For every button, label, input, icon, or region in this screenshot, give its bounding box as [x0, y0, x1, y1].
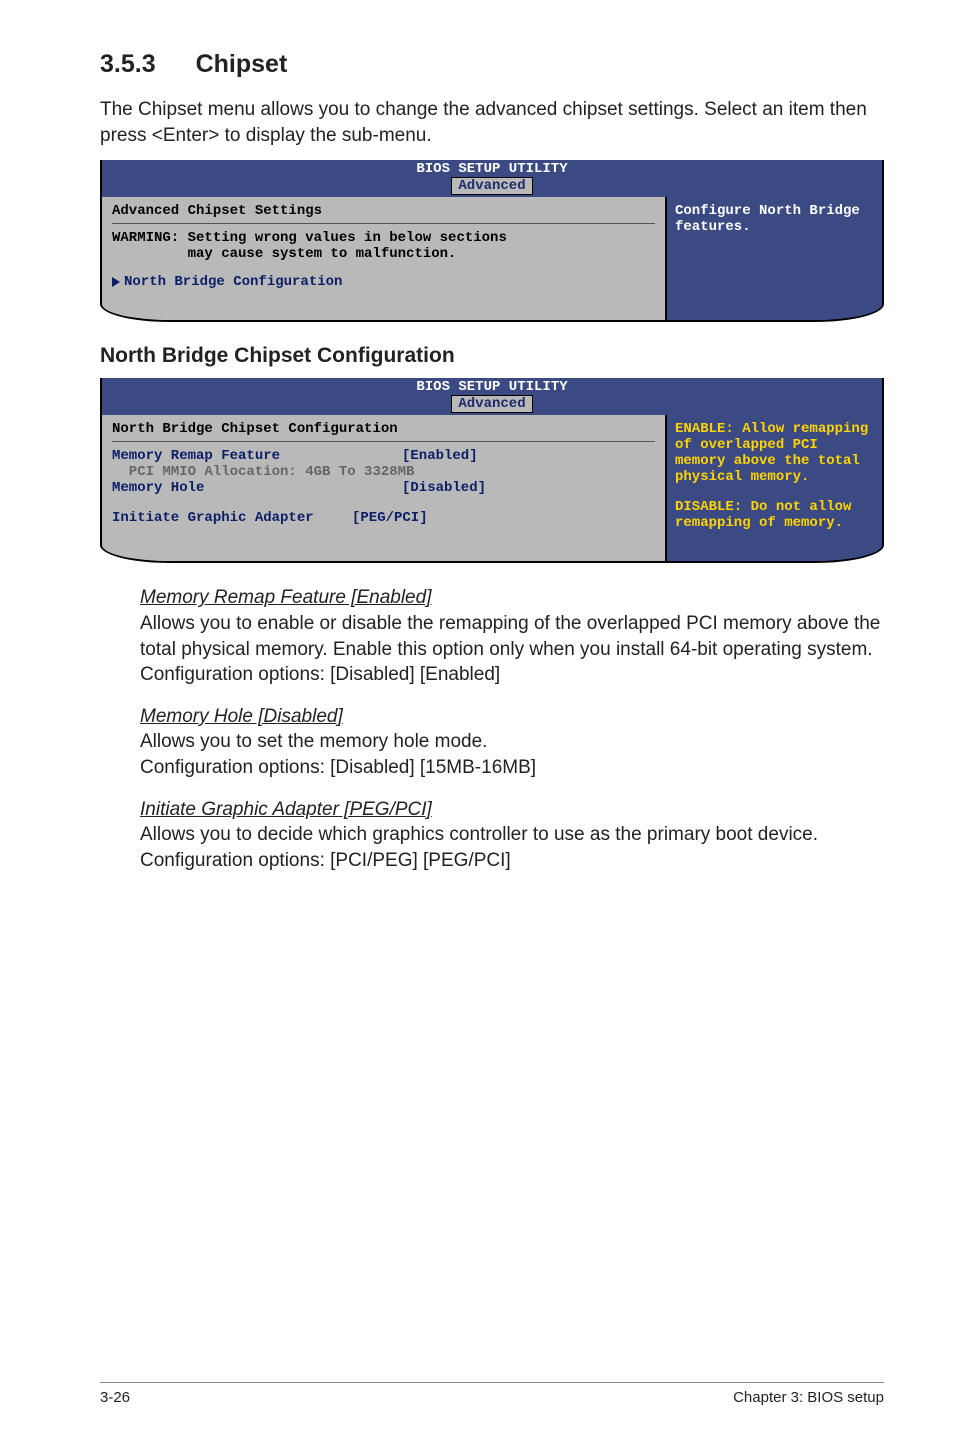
divider [112, 441, 655, 442]
page-number: 3-26 [100, 1389, 130, 1406]
page-footer: 3-26 Chapter 3: BIOS setup [100, 1382, 884, 1406]
bios-warning: WARMING: Setting wrong values in below s… [112, 230, 655, 262]
row-value: [Enabled] [402, 448, 478, 464]
bios-header: BIOS SETUP UTILITY Advanced [102, 378, 882, 415]
bios-tab-advanced[interactable]: Advanced [451, 395, 532, 413]
bios-help-text: Configure North Bridge features. [675, 203, 860, 235]
bios-panel-chipset: BIOS SETUP UTILITY Advanced Advanced Chi… [100, 160, 884, 322]
spacer [112, 496, 655, 510]
bios-header: BIOS SETUP UTILITY Advanced [102, 160, 882, 197]
row-value: [PEG/PCI] [352, 510, 428, 526]
initiate-graphic-row[interactable]: Initiate Graphic Adapter [PEG/PCI] [112, 510, 655, 526]
help-disable-head: DISABLE: Do not allow [675, 499, 851, 515]
bios-header-title: BIOS SETUP UTILITY [416, 161, 567, 177]
section-number: 3.5.3 [100, 50, 156, 79]
bios-left-title: North Bridge Chipset Configuration [112, 421, 655, 437]
bios-help-pane: Configure North Bridge features. [667, 197, 882, 320]
bios-left-pane: Advanced Chipset Settings WARMING: Setti… [102, 197, 667, 320]
entry-memory-remap: Memory Remap Feature [Enabled] Allows yo… [140, 585, 884, 688]
intro-paragraph: The Chipset menu allows you to change th… [100, 97, 884, 148]
bios-help-pane: ENABLE: Allow remapping of overlapped PC… [667, 415, 882, 561]
memory-remap-row[interactable]: Memory Remap Feature [Enabled] [112, 448, 655, 464]
entry-initiate-graphic: Initiate Graphic Adapter [PEG/PCI] Allow… [140, 797, 884, 874]
entry-options: Configuration options: [Disabled] [15MB-… [140, 755, 884, 781]
entry-body: Allows you to enable or disable the rema… [140, 611, 884, 662]
row-key: Initiate Graphic Adapter [112, 510, 352, 526]
entry-memory-hole: Memory Hole [Disabled] Allows you to set… [140, 704, 884, 781]
bios-left-pane: North Bridge Chipset Configuration Memor… [102, 415, 667, 561]
memory-hole-row[interactable]: Memory Hole [Disabled] [112, 480, 655, 496]
entry-title: Memory Remap Feature [Enabled] [140, 585, 884, 611]
entry-title: Initiate Graphic Adapter [PEG/PCI] [140, 797, 884, 823]
spacer [675, 485, 874, 499]
entry-options: Configuration options: [Disabled] [Enabl… [140, 662, 884, 688]
row-value: [Disabled] [402, 480, 486, 496]
help-disable-body: remapping of memory. [675, 515, 843, 531]
nav-item-label: North Bridge Configuration [124, 274, 342, 290]
chapter-label: Chapter 3: BIOS setup [733, 1389, 884, 1406]
help-enable-head: ENABLE: Allow [675, 421, 784, 437]
entry-body: Allows you to set the memory hole mode. [140, 729, 884, 755]
section-heading: 3.5.3 Chipset [100, 50, 884, 79]
pci-mmio-line: PCI MMIO Allocation: 4GB To 3328MB [112, 464, 655, 480]
bios-left-title: Advanced Chipset Settings [112, 203, 655, 219]
bios-tab-advanced[interactable]: Advanced [451, 177, 532, 195]
row-key: Memory Remap Feature [112, 448, 402, 464]
triangle-right-icon [112, 277, 120, 287]
row-key: Memory Hole [112, 480, 402, 496]
entry-body: Allows you to decide which graphics cont… [140, 822, 884, 848]
north-bridge-config-item[interactable]: North Bridge Configuration [112, 274, 655, 290]
section-title: Chipset [196, 50, 288, 79]
entry-options: Configuration options: [PCI/PEG] [PEG/PC… [140, 848, 884, 874]
divider [112, 223, 655, 224]
bios-header-title: BIOS SETUP UTILITY [416, 379, 567, 395]
subheading: North Bridge Chipset Configuration [100, 344, 884, 368]
entry-title: Memory Hole [Disabled] [140, 704, 884, 730]
bios-panel-northbridge: BIOS SETUP UTILITY Advanced North Bridge… [100, 378, 884, 563]
